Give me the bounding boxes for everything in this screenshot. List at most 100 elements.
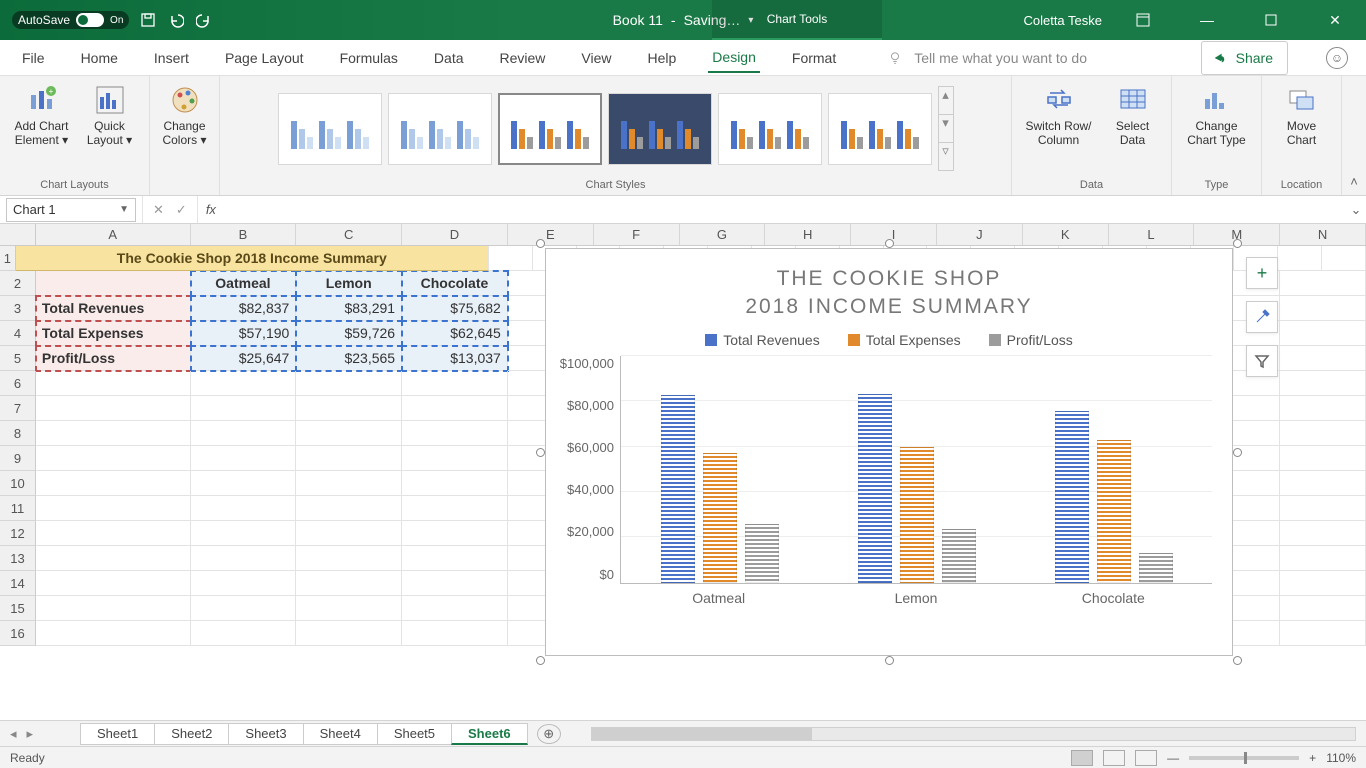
row-header[interactable]: 12 [0,521,36,546]
cell[interactable] [296,471,402,496]
page-layout-view-button[interactable] [1103,750,1125,766]
chart-filters-button[interactable] [1246,345,1278,377]
share-button[interactable]: Share [1201,41,1288,75]
cell[interactable] [191,421,297,446]
zoom-level[interactable]: 110% [1326,751,1356,765]
row-header[interactable]: 6 [0,371,36,396]
cell[interactable]: Oatmeal [191,271,297,296]
col-header[interactable]: D [402,224,508,245]
cell[interactable] [402,471,508,496]
bar[interactable] [661,395,695,583]
normal-view-button[interactable] [1071,750,1093,766]
scroll-down-icon[interactable]: ▾ [939,114,953,142]
col-header[interactable]: J [937,224,1023,245]
cell[interactable] [36,421,191,446]
cell[interactable]: $13,037 [402,346,508,371]
col-header[interactable]: A [36,224,191,245]
cell[interactable] [402,496,508,521]
minimize-icon[interactable]: — [1184,0,1230,40]
expand-formula-bar-icon[interactable]: ⌄ [1346,202,1366,218]
cell[interactable] [296,446,402,471]
cell[interactable] [36,596,191,621]
cell[interactable] [1280,271,1366,296]
cell[interactable] [296,496,402,521]
cell[interactable]: Profit/Loss [36,346,191,371]
undo-icon[interactable] [167,11,185,29]
cell[interactable] [36,471,191,496]
chart-style-thumb[interactable] [718,93,822,165]
col-header[interactable]: K [1023,224,1109,245]
cell[interactable] [191,621,297,646]
cell[interactable] [191,446,297,471]
col-header[interactable]: F [594,224,680,245]
row-header[interactable]: 16 [0,621,36,646]
select-data-button[interactable]: Select Data [1104,80,1162,152]
chart-styles-button[interactable] [1246,301,1278,333]
col-header[interactable]: B [191,224,297,245]
cell[interactable]: $59,726 [296,321,402,346]
tab-format[interactable]: Format [788,44,840,72]
cell[interactable] [1280,521,1366,546]
cell[interactable] [296,521,402,546]
row-header[interactable]: 10 [0,471,36,496]
page-break-view-button[interactable] [1135,750,1157,766]
col-header[interactable]: H [765,224,851,245]
col-header[interactable]: C [296,224,402,245]
change-colors-button[interactable]: Change Colors ▾ [156,80,214,152]
autosave-toggle[interactable]: AutoSave On [12,11,129,29]
cell[interactable] [191,571,297,596]
plot-area[interactable] [620,356,1212,584]
legend-item[interactable]: Profit/Loss [989,332,1073,348]
sheet-tab[interactable]: Sheet2 [154,723,229,745]
cell[interactable] [36,546,191,571]
cell[interactable]: The Cookie Shop 2018 Income Summary [16,246,489,271]
tab-home[interactable]: Home [77,44,122,72]
col-header[interactable]: M [1194,224,1280,245]
cell[interactable] [191,396,297,421]
move-chart-button[interactable]: Move Chart [1273,80,1331,152]
new-sheet-button[interactable]: ⊕ [537,724,561,744]
tab-data[interactable]: Data [430,44,468,72]
tab-file[interactable]: File [18,44,49,72]
cancel-formula-icon[interactable]: ✕ [153,202,164,218]
cell[interactable] [296,371,402,396]
formula-input[interactable] [224,196,1346,223]
cell[interactable] [296,621,402,646]
col-header[interactable]: E [508,224,594,245]
cell[interactable] [1280,371,1366,396]
cell[interactable] [402,596,508,621]
chart-style-thumb[interactable] [388,93,492,165]
change-chart-type-button[interactable]: Change Chart Type [1183,80,1249,152]
save-icon[interactable] [139,11,157,29]
cell[interactable]: Lemon [296,271,402,296]
cell[interactable] [402,621,508,646]
cell[interactable]: $82,837 [191,296,297,321]
cell[interactable] [36,396,191,421]
cell[interactable] [1280,421,1366,446]
cell[interactable] [1280,396,1366,421]
cell[interactable] [1278,246,1322,271]
select-all-corner[interactable] [0,224,36,245]
cell[interactable]: Total Expenses [36,321,191,346]
cell[interactable] [296,596,402,621]
col-header[interactable]: I [851,224,937,245]
worksheet-grid[interactable]: ABCDEFGHIJKLMN 1The Cookie Shop 2018 Inc… [0,224,1366,720]
tab-page-layout[interactable]: Page Layout [221,44,308,72]
close-icon[interactable]: ✕ [1312,0,1358,40]
cell[interactable] [36,271,191,296]
cell[interactable] [1280,471,1366,496]
tab-design[interactable]: Design [708,43,760,73]
cell[interactable] [191,371,297,396]
switch-row-column-button[interactable]: Switch Row/ Column [1021,80,1095,152]
cell[interactable] [36,496,191,521]
collapse-ribbon-icon[interactable]: ˄ [1342,76,1366,195]
maximize-icon[interactable] [1248,0,1294,40]
bar[interactable] [858,394,892,583]
cell[interactable] [1280,596,1366,621]
row-header[interactable]: 4 [0,321,36,346]
sheet-next-icon[interactable]: ▸ [27,726,34,742]
cell[interactable] [402,521,508,546]
cell[interactable] [191,596,297,621]
bar[interactable] [1139,553,1173,583]
row-header[interactable]: 5 [0,346,36,371]
